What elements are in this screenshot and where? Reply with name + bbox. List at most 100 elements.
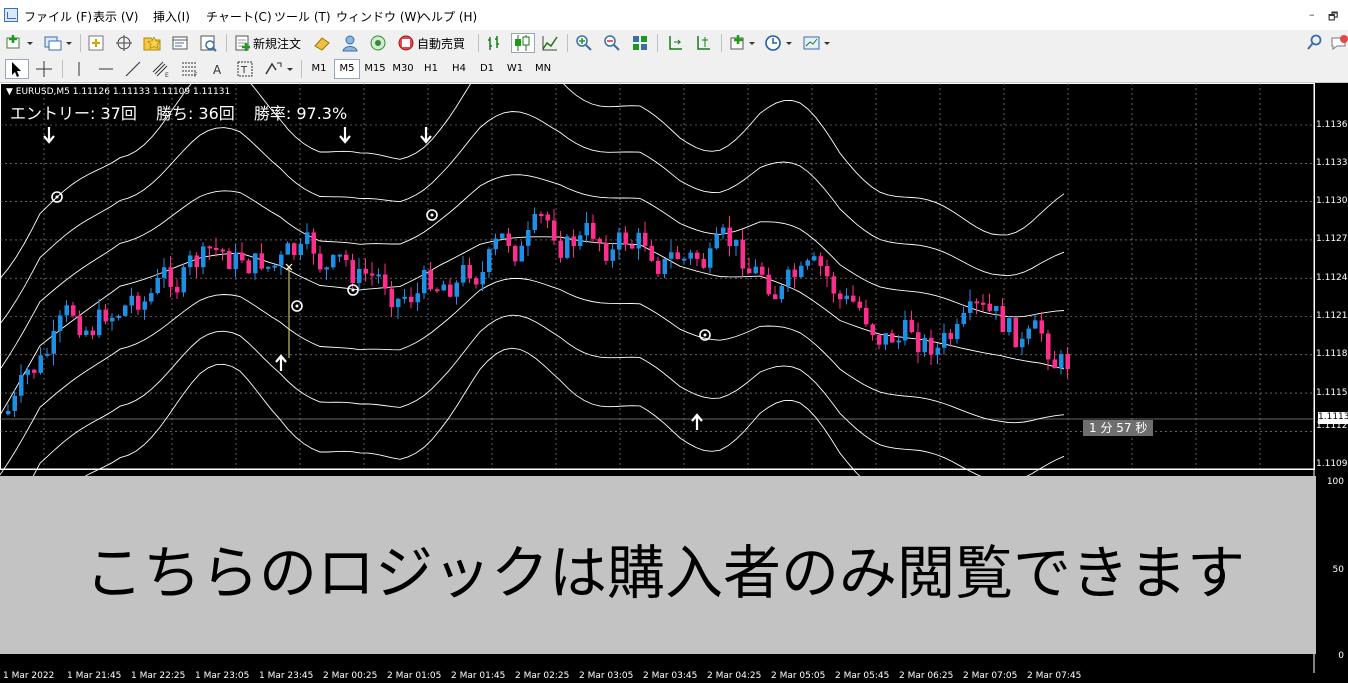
win-count: 勝ち: 36回 xyxy=(155,104,235,123)
zoom-in-icon[interactable] xyxy=(575,33,593,53)
new-order-button[interactable]: 新規注文 xyxy=(233,33,301,53)
candle-body xyxy=(961,312,966,325)
candle-body xyxy=(838,293,843,300)
candle-body xyxy=(558,240,563,258)
overlay-text: こちらのロジックは購入者のみ閲覧できます xyxy=(85,539,1246,607)
menu-file[interactable]: ファイル (F) xyxy=(24,8,92,25)
line-chart-icon[interactable] xyxy=(541,33,559,53)
strategy-tester-icon[interactable] xyxy=(199,33,217,53)
channel-icon[interactable]: E xyxy=(151,59,171,79)
market-watch-icon[interactable] xyxy=(87,33,105,53)
profiles-icon[interactable] xyxy=(43,33,73,53)
sell-signal-arrow xyxy=(43,127,55,144)
candle-body xyxy=(19,374,24,396)
menu-chart[interactable]: チャート(C) xyxy=(206,8,272,25)
time-label: 2 Mar 05:45 xyxy=(835,671,890,681)
menu-help[interactable]: ヘルプ (H) xyxy=(419,8,477,25)
exit-marker-dot xyxy=(703,333,707,337)
trendline-icon[interactable] xyxy=(124,59,142,79)
timeframe-d1[interactable]: D1 xyxy=(474,59,500,79)
candle-body xyxy=(77,315,82,335)
menu-insert[interactable]: 挿入(I) xyxy=(153,8,190,25)
timeframe-h4[interactable]: H4 xyxy=(446,59,472,79)
horizontal-line-icon[interactable] xyxy=(97,59,115,79)
candle-body xyxy=(246,260,251,274)
candle-body xyxy=(1007,318,1012,333)
candle-body xyxy=(1000,306,1005,333)
sub-axis-mid: 50 xyxy=(1332,565,1344,575)
restore-button[interactable]: 🗗 xyxy=(1328,8,1338,27)
timeframe-h1[interactable]: H1 xyxy=(418,59,444,79)
autoscroll-icon[interactable] xyxy=(666,33,684,53)
terminal-icon[interactable] xyxy=(171,33,189,53)
navigator-icon[interactable] xyxy=(142,33,162,53)
candle-body xyxy=(389,288,394,308)
chart-shift-icon[interactable] xyxy=(694,33,712,53)
candle-body xyxy=(571,236,576,246)
bar-chart-icon[interactable] xyxy=(485,33,503,53)
candle-body xyxy=(532,214,537,230)
menu-window[interactable]: ウィンドウ (W) xyxy=(336,8,421,25)
cursor-icon[interactable] xyxy=(5,59,29,79)
new-chart-icon[interactable] xyxy=(5,33,33,53)
text-label-icon[interactable]: T xyxy=(236,59,254,79)
candle-body xyxy=(136,295,141,310)
minimize-button[interactable]: – xyxy=(1309,8,1315,21)
arrows-icon[interactable] xyxy=(262,59,294,79)
candle-body xyxy=(591,222,596,239)
timeframe-w1[interactable]: W1 xyxy=(502,59,528,79)
candle-body xyxy=(32,369,37,373)
vertical-line-icon[interactable] xyxy=(70,59,88,79)
candle-body xyxy=(922,337,927,353)
candle-body xyxy=(877,335,882,345)
time-label: 2 Mar 02:25 xyxy=(515,671,570,681)
candle-body xyxy=(890,333,895,343)
zoom-out-icon[interactable] xyxy=(603,33,621,53)
candle-body xyxy=(916,332,921,353)
timeframe-m30[interactable]: M30 xyxy=(390,59,416,79)
candle-body xyxy=(311,232,316,254)
signals-icon[interactable] xyxy=(341,33,359,53)
candle-body xyxy=(909,320,914,333)
timeframe-m15[interactable]: M15 xyxy=(362,59,388,79)
periods-icon[interactable] xyxy=(764,33,794,53)
buy-signal-arrow xyxy=(275,354,287,371)
crosshair-icon[interactable] xyxy=(34,59,54,79)
menu-view[interactable]: 表示 (V) xyxy=(93,8,138,25)
exit-marker-dot xyxy=(295,304,299,308)
candle-body xyxy=(844,295,849,300)
tile-windows-icon[interactable] xyxy=(631,33,649,53)
candle-body xyxy=(630,244,635,249)
candle-body xyxy=(214,247,219,250)
candle-body xyxy=(766,274,771,295)
metaeditor-icon[interactable] xyxy=(313,33,331,53)
text-icon[interactable]: A xyxy=(210,59,226,79)
candle-body xyxy=(851,295,856,302)
fibonacci-icon[interactable]: F xyxy=(180,59,200,79)
chat-icon[interactable] xyxy=(1330,33,1348,53)
indicators-icon[interactable] xyxy=(729,33,757,53)
app-icon[interactable] xyxy=(4,8,18,22)
data-window-icon[interactable] xyxy=(115,33,133,53)
candle-body xyxy=(799,265,804,278)
candle-body xyxy=(396,298,401,308)
candle-body xyxy=(422,270,427,294)
candle-body xyxy=(12,395,17,411)
templates-icon[interactable] xyxy=(802,33,832,53)
auto-trading-button[interactable]: 自動売買 xyxy=(397,33,465,53)
market-icon[interactable] xyxy=(369,33,387,53)
timeframe-mn[interactable]: MN xyxy=(530,59,556,79)
menu-tools[interactable]: ツール (T) xyxy=(274,8,331,25)
timeframe-m5[interactable]: M5 xyxy=(334,59,360,79)
price-label: 1.1109 xyxy=(1316,459,1348,469)
candle-body xyxy=(636,232,641,249)
auto-trading-label: 自動売買 xyxy=(417,36,466,51)
candle-body xyxy=(1059,354,1064,369)
timeframe-m1[interactable]: M1 xyxy=(306,59,332,79)
candle-body xyxy=(792,269,797,278)
search-icon[interactable] xyxy=(1306,33,1324,53)
candle-body xyxy=(786,269,791,287)
candle-body xyxy=(649,245,654,261)
candlestick-icon[interactable] xyxy=(511,33,535,53)
sub-axis-bottom: 0 xyxy=(1338,651,1344,661)
